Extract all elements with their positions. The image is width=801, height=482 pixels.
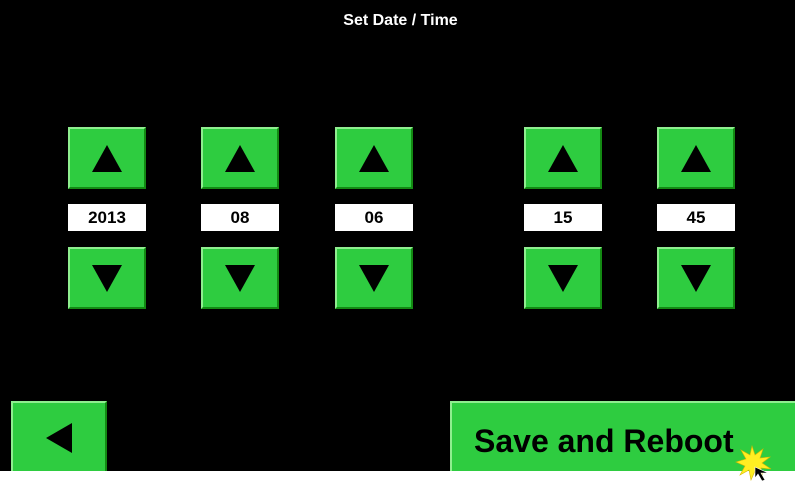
triangle-up-icon: [359, 145, 389, 172]
triangle-up-icon: [681, 145, 711, 172]
year-increment-button[interactable]: [68, 127, 146, 189]
day-value: 06: [335, 204, 413, 231]
month-value: 08: [201, 204, 279, 231]
triangle-down-icon: [225, 265, 255, 292]
triangle-down-icon: [359, 265, 389, 292]
day-decrement-button[interactable]: [335, 247, 413, 309]
hour-decrement-button[interactable]: [524, 247, 602, 309]
day-increment-button[interactable]: [335, 127, 413, 189]
triangle-up-icon: [548, 145, 578, 172]
screen: Set Date / Time 2013 08 06 15 45 Save an…: [0, 0, 795, 471]
save-and-reboot-label: Save and Reboot: [474, 423, 734, 459]
minute-value: 45: [657, 204, 735, 231]
minute-increment-button[interactable]: [657, 127, 735, 189]
back-button[interactable]: [11, 401, 107, 471]
year-decrement-button[interactable]: [68, 247, 146, 309]
year-value: 2013: [68, 204, 146, 231]
page-title: Set Date / Time: [343, 12, 458, 29]
month-increment-button[interactable]: [201, 127, 279, 189]
triangle-down-icon: [681, 265, 711, 292]
touch-cursor-icon: [735, 444, 772, 482]
triangle-left-icon: [46, 423, 72, 453]
hour-value: 15: [524, 204, 602, 231]
triangle-down-icon: [548, 265, 578, 292]
month-decrement-button[interactable]: [201, 247, 279, 309]
triangle-up-icon: [92, 145, 122, 172]
triangle-down-icon: [92, 265, 122, 292]
triangle-up-icon: [225, 145, 255, 172]
hour-increment-button[interactable]: [524, 127, 602, 189]
minute-decrement-button[interactable]: [657, 247, 735, 309]
